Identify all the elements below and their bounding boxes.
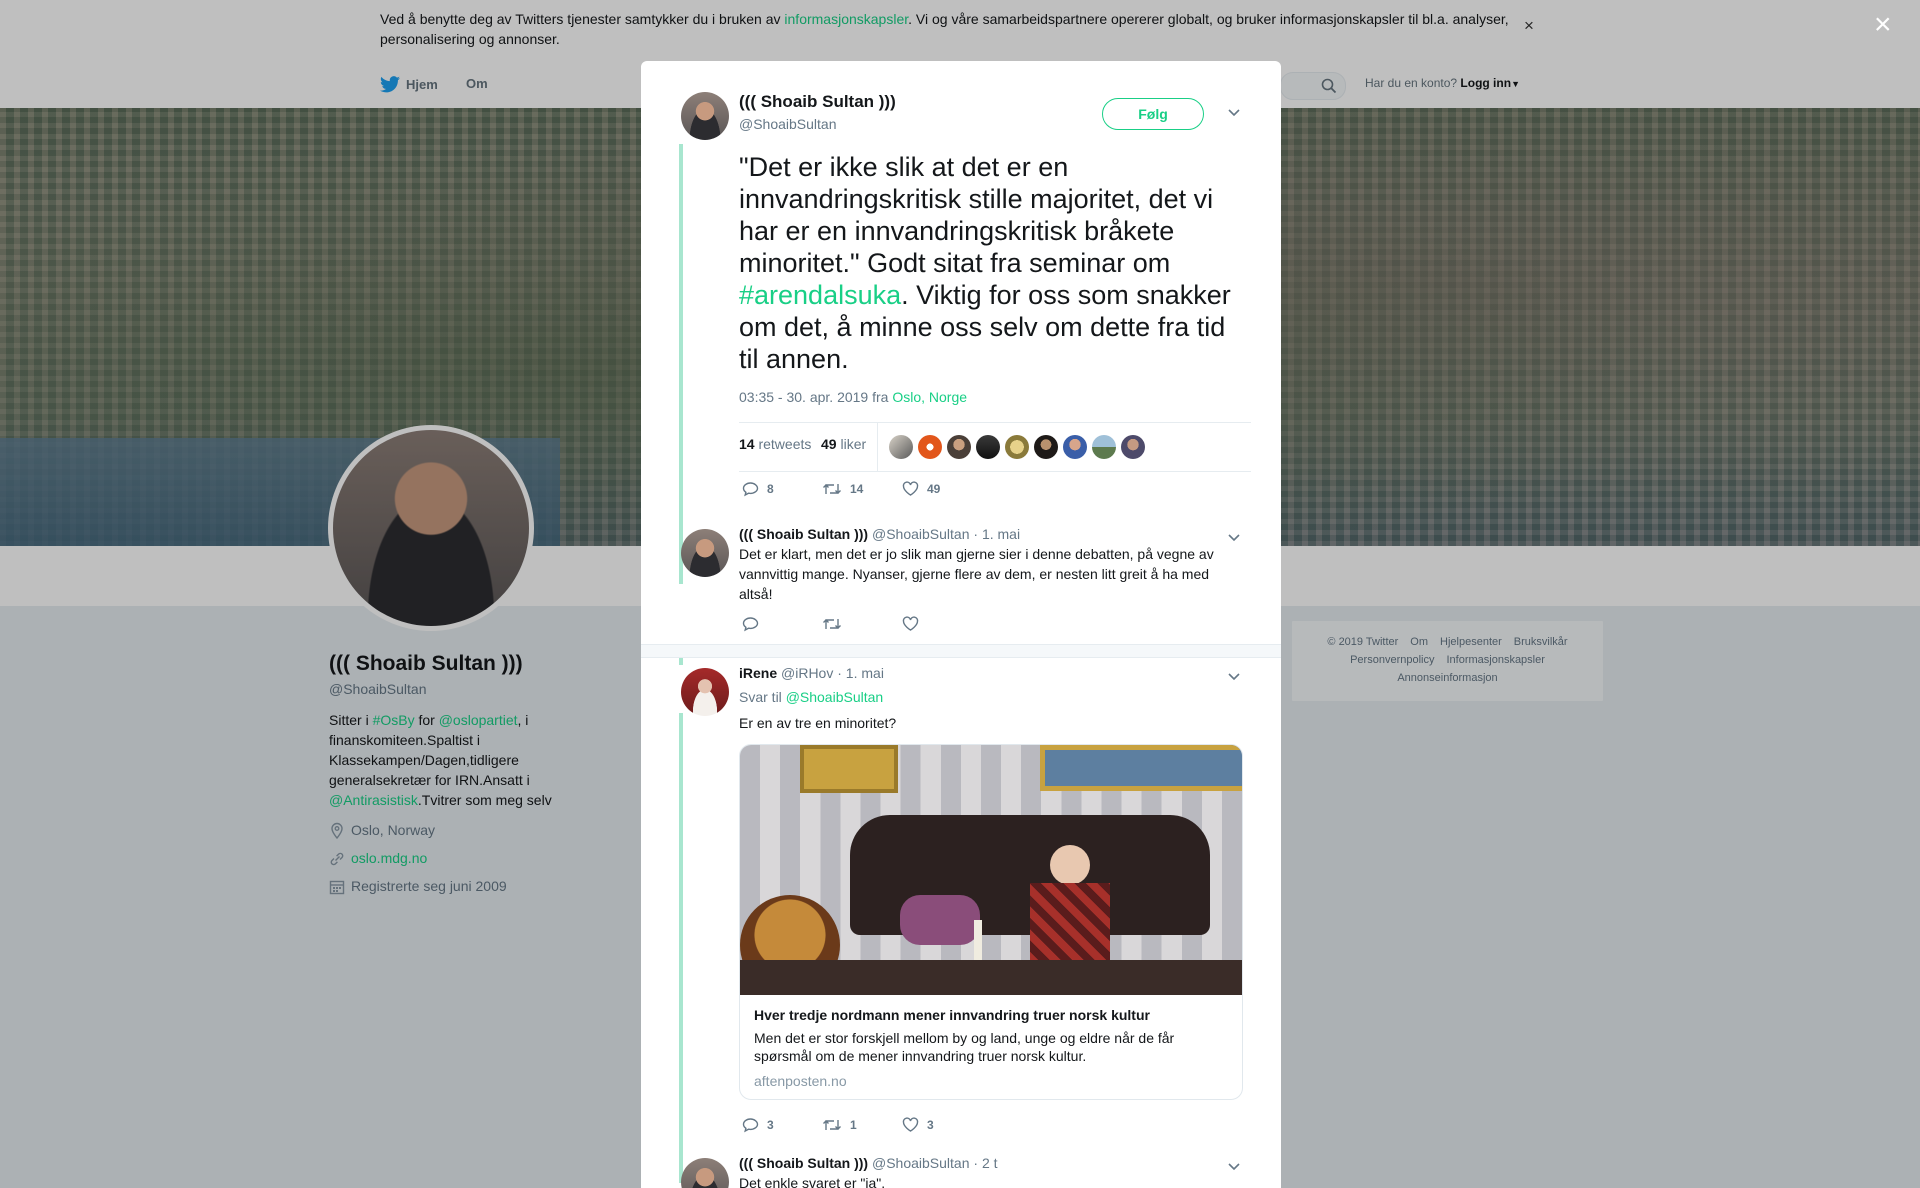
avatar[interactable]: [681, 668, 729, 716]
liker-avatar[interactable]: [947, 435, 971, 459]
reply-header: ((( Shoaib Sultan ))) @ShoaibSultan · 2 …: [739, 1155, 998, 1171]
reply-icon: [742, 482, 759, 497]
tweet-timestamp: 03:35 - 30. apr. 2019 fra Oslo, Norge: [739, 389, 967, 405]
heart-icon: [902, 481, 919, 496]
card-title: Hver tredje nordmann mener innvandring t…: [754, 1007, 1150, 1023]
reply-time[interactable]: · 1. mai: [837, 665, 884, 681]
liker-avatar[interactable]: [1121, 435, 1145, 459]
likes-label: liker: [840, 436, 867, 452]
avatar[interactable]: [681, 92, 729, 140]
reply-text: Det enkle svaret er "ja".: [739, 1175, 886, 1188]
thread-line: [679, 657, 683, 665]
like-button[interactable]: [902, 616, 982, 632]
reply-button[interactable]: [742, 616, 822, 632]
card-image-frame: [800, 745, 898, 793]
stats-divider: [877, 423, 878, 471]
reply-author-handle[interactable]: @iRHov: [781, 665, 833, 681]
liker-avatar[interactable]: [976, 435, 1000, 459]
card-image-shirt: [1030, 883, 1110, 963]
retweet-count-action: 14: [850, 482, 864, 496]
card-image-pillow: [900, 895, 980, 945]
liker-avatar[interactable]: [1005, 435, 1029, 459]
reply-actions: 3 1 3: [742, 1117, 982, 1133]
reply-text: Det er klart, men det er jo slik man gje…: [739, 546, 1214, 602]
reply-to: Svar til @ShoaibSultan: [739, 689, 883, 705]
heart-icon: [902, 616, 919, 631]
chevron-down-icon[interactable]: [1227, 669, 1241, 687]
likes-stat[interactable]: 49 liker: [821, 436, 866, 452]
follow-button[interactable]: Følg: [1102, 98, 1204, 130]
reply-count: 3: [767, 1118, 774, 1132]
tweet-text-part: "Det er ikke slik at det er en innvandri…: [739, 152, 1214, 278]
liker-avatar[interactable]: [918, 435, 942, 459]
retweet-icon: [823, 1120, 841, 1130]
avatar[interactable]: [681, 1158, 729, 1188]
retweet-count: 14: [739, 436, 755, 452]
reply-header: iRene @iRHov · 1. mai: [739, 665, 884, 681]
tweet-stats: 14 retweets 49 liker: [739, 422, 1251, 472]
reply-count: 8: [767, 482, 774, 496]
retweet-count-action: 1: [850, 1118, 857, 1132]
card-image: [740, 745, 1242, 995]
tweet-actions: 8 14 49: [742, 481, 982, 497]
card-image-painting: [1040, 745, 1242, 791]
retweet-stat[interactable]: 14 retweets: [739, 436, 811, 452]
reply-time[interactable]: · 2 t: [973, 1155, 997, 1171]
card-domain: aftenposten.no: [754, 1073, 847, 1089]
tweet-text: "Det er ikke slik at det er en innvandri…: [739, 151, 1251, 375]
liker-avatar[interactable]: [1092, 435, 1116, 459]
hashtag-link[interactable]: #arendalsuka: [739, 280, 901, 310]
thread-line: [679, 713, 683, 1183]
retweet-button[interactable]: 1: [822, 1117, 902, 1133]
tweet-time[interactable]: 03:35 - 30. apr. 2019 fra: [739, 389, 892, 405]
chevron-down-icon[interactable]: [1227, 530, 1241, 548]
conversation-separator: [641, 644, 1281, 658]
reply-author-name[interactable]: ((( Shoaib Sultan ))): [739, 526, 868, 542]
like-count: 3: [927, 1118, 934, 1132]
reply-time[interactable]: · 1. mai: [973, 526, 1020, 542]
card-description: Men det er stor forskjell mellom by og l…: [754, 1030, 1175, 1064]
thread-line: [679, 144, 683, 584]
chevron-down-icon[interactable]: [1227, 105, 1241, 123]
reply-author-name[interactable]: ((( Shoaib Sultan ))): [739, 1155, 868, 1171]
reply-author-name[interactable]: iRene: [739, 665, 777, 681]
liker-avatar[interactable]: [1034, 435, 1058, 459]
reply-icon: [742, 1118, 759, 1133]
chevron-down-icon[interactable]: [1227, 1159, 1241, 1177]
likes-count: 49: [821, 436, 837, 452]
tweet-author-name[interactable]: ((( Shoaib Sultan ))): [739, 92, 896, 112]
card-image-face: [1050, 845, 1090, 885]
tweet-author-handle[interactable]: @ShoaibSultan: [739, 116, 837, 132]
like-button[interactable]: 49: [902, 481, 982, 497]
retweet-button[interactable]: 14: [822, 481, 902, 497]
reply-button[interactable]: 3: [742, 1117, 822, 1133]
liker-avatar[interactable]: [889, 435, 913, 459]
tweet-place-link[interactable]: Oslo, Norge: [892, 389, 967, 405]
reply-text: Er en av tre en minoritet?: [739, 715, 897, 731]
retweet-icon: [823, 619, 841, 629]
liker-avatar[interactable]: [1063, 435, 1087, 459]
like-button[interactable]: 3: [902, 1117, 982, 1133]
liker-avatars: [889, 435, 1145, 459]
reply-author-handle[interactable]: @ShoaibSultan: [872, 1155, 970, 1171]
reply-button[interactable]: 8: [742, 481, 822, 497]
close-icon[interactable]: ×: [1874, 10, 1892, 40]
reply-to-label: Svar til: [739, 689, 786, 705]
reply-header: ((( Shoaib Sultan ))) @ShoaibSultan · 1.…: [739, 526, 1020, 542]
reply-author-handle[interactable]: @ShoaibSultan: [872, 526, 970, 542]
retweet-button[interactable]: [822, 616, 902, 632]
card-image-floor: [740, 960, 1242, 995]
like-count: 49: [927, 482, 941, 496]
reply-icon: [742, 617, 759, 632]
avatar[interactable]: [681, 529, 729, 577]
retweet-icon: [823, 484, 841, 494]
heart-icon: [902, 1117, 919, 1132]
reply-actions: [742, 616, 982, 632]
retweet-label: retweets: [758, 436, 812, 452]
tweet-modal: ((( Shoaib Sultan ))) @ShoaibSultan Følg…: [641, 61, 1281, 1188]
link-card[interactable]: Hver tredje nordmann mener innvandring t…: [739, 744, 1243, 1100]
reply-to-link[interactable]: @ShoaibSultan: [786, 689, 884, 705]
